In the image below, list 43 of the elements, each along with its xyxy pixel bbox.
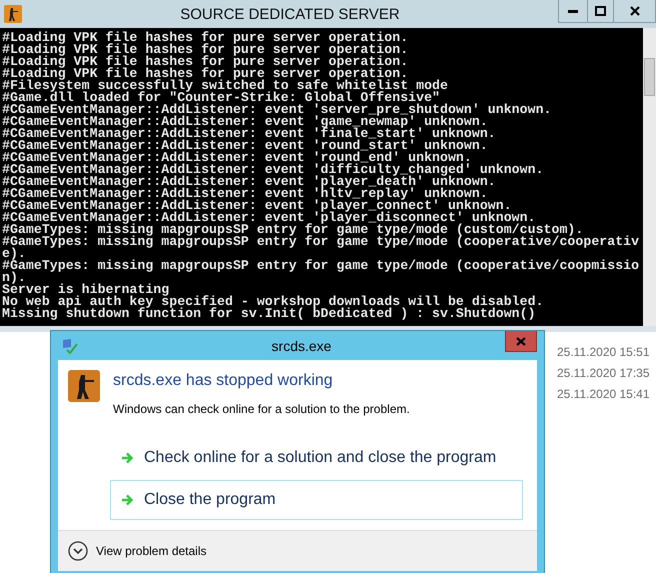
- console-line: #Filesystem successfully switched to safe whitelist mode: [2, 80, 449, 92]
- console-line: #Game.dll loaded for "Counter-Strike: Global Offensive": [2, 92, 440, 104]
- console-line: #CGameEventManager::AddListener: event 'game_newmap' unknown.: [2, 116, 488, 128]
- maximize-icon: [595, 6, 606, 16]
- console-line: Server is hibernating: [2, 284, 170, 296]
- arrow-icon: [121, 494, 134, 506]
- file-date: 25.11.2020 17:35: [557, 365, 651, 382]
- scrollbar-thumb[interactable]: [644, 58, 655, 96]
- console-line: #CGameEventManager::AddListener: event 'player_connect' unknown.: [2, 200, 512, 212]
- console-line: #GameTypes: missing mapgroupsSP entry for game type/mode (custom/custom).: [2, 224, 584, 236]
- error-description: Windows can check online for a solution to the problem.: [113, 402, 410, 416]
- console-line: #CGameEventManager::AddListener: event 'difficulty_changed' unknown.: [2, 164, 545, 176]
- console-line: #GameTypes: missing mapgroupsSP entry for game type/mode (cooperative/coopmissio: [2, 260, 640, 272]
- close-icon: [516, 336, 526, 346]
- file-date: 25.11.2020 15:51: [557, 344, 651, 361]
- details-toggle[interactable]: View problem details: [68, 541, 207, 561]
- console-line: #CGameEventManager::AddListener: event 'round_end' unknown.: [2, 152, 473, 164]
- console-line: #GameTypes: missing mapgroupsSP entry for game type/mode (cooperative/cooperativ: [2, 236, 640, 248]
- console-line: #CGameEventManager::AddListener: event 'player_death' unknown.: [2, 176, 497, 188]
- console-line: #CGameEventManager::AddListener: event 'hltv_replay' unknown.: [2, 188, 488, 200]
- window-title: SOURCE DEDICATED SERVER: [179, 6, 401, 22]
- scrollbar[interactable]: [643, 28, 656, 326]
- file-date: 25.11.2020 15:41: [557, 386, 651, 403]
- console-line: #CGameEventManager::AddListener: event 'finale_start' unknown.: [2, 128, 497, 140]
- soldier-icon: [68, 370, 100, 402]
- console-line: #Loading VPK file hashes for pure server operation.: [2, 32, 410, 44]
- console-line: #Loading VPK file hashes for pure server operation.: [2, 68, 410, 80]
- console-line: No web api auth key specified - workshop downloads will be disabled.: [2, 296, 545, 308]
- close-icon: [630, 6, 640, 16]
- arrow-icon: [121, 452, 134, 464]
- option-button[interactable]: Close the program: [110, 480, 523, 520]
- console-line: #CGameEventManager::AddListener: event 'server_pre_shutdown' unknown.: [2, 104, 553, 116]
- error-heading: srcds.exe has stopped working: [113, 372, 334, 390]
- soldier-icon: [4, 5, 22, 23]
- minimize-icon: [568, 9, 578, 13]
- console-line: #CGameEventManager::AddListener: event 'round_start' unknown.: [2, 140, 489, 152]
- console-line: #CGameEventManager::AddListener: event 'player_disconnect' unknown.: [2, 212, 536, 224]
- dialog-title: srcds.exe: [272, 338, 332, 354]
- console-line: e).: [2, 248, 26, 260]
- console-line: Missing shutdown function for sv.Init( bDedicated ) : sv.Shutdown(): [2, 308, 537, 320]
- console-line: #Loading VPK file hashes for pure server operation.: [2, 56, 410, 68]
- console-line: n).: [2, 272, 26, 284]
- console-line: #Loading VPK file hashes for pure server operation.: [2, 44, 410, 56]
